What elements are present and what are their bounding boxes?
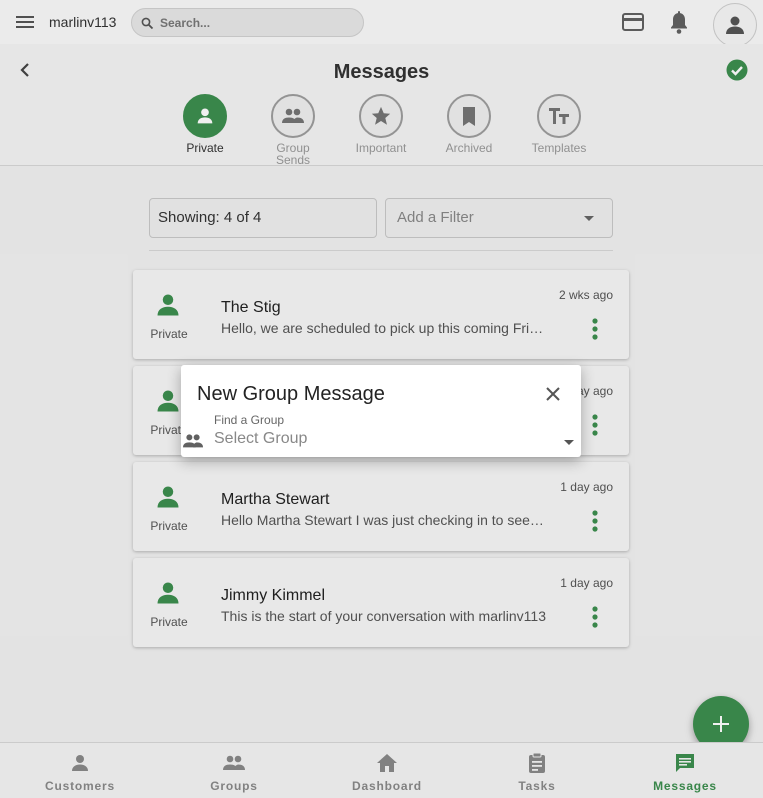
group-icon	[181, 431, 205, 451]
find-group-label: Find a Group	[214, 413, 285, 427]
dialog-title: New Group Message	[197, 383, 385, 405]
close-icon[interactable]	[543, 384, 563, 404]
dropdown-arrow-icon[interactable]	[564, 440, 574, 445]
select-group-dropdown[interactable]: Select Group	[214, 430, 576, 448]
new-group-message-dialog: New Group Message Find a Group Select Gr…	[181, 365, 581, 457]
